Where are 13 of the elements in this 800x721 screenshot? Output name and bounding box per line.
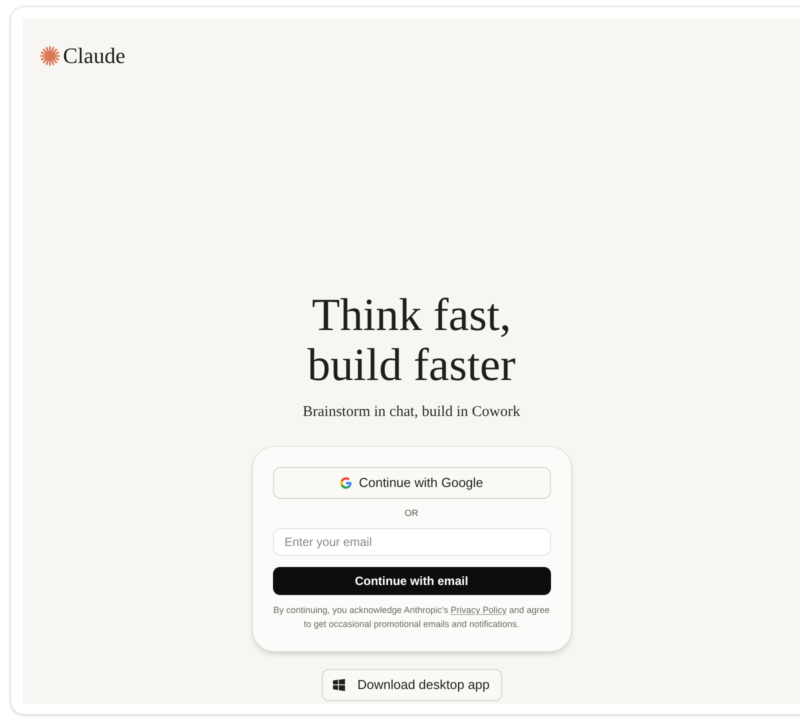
download-button[interactable]: Download desktop app — [322, 669, 502, 701]
divider-label: OR — [404, 506, 420, 520]
hero-title: Think fast, build faster — [307, 290, 516, 390]
logo-text: Claude — [63, 42, 126, 70]
legal-notice: By continuing, you acknowledge Anthropic's Privacy Policy and agree to get occasional promotional emails and notifications. — [272, 604, 550, 631]
email-field[interactable]: Enter your email — [272, 528, 550, 556]
google-icon — [340, 476, 352, 488]
google-button[interactable]: Continue with Google — [272, 466, 550, 498]
privacy-policy-link[interactable]: Privacy Policy — [450, 605, 507, 615]
asterisk-logo-icon — [40, 46, 60, 66]
continue-email-button[interactable]: Continue with email — [272, 567, 550, 595]
hero-subtitle: Brainstorm in chat, build in Cowork — [302, 403, 520, 422]
windows-icon — [333, 679, 346, 691]
